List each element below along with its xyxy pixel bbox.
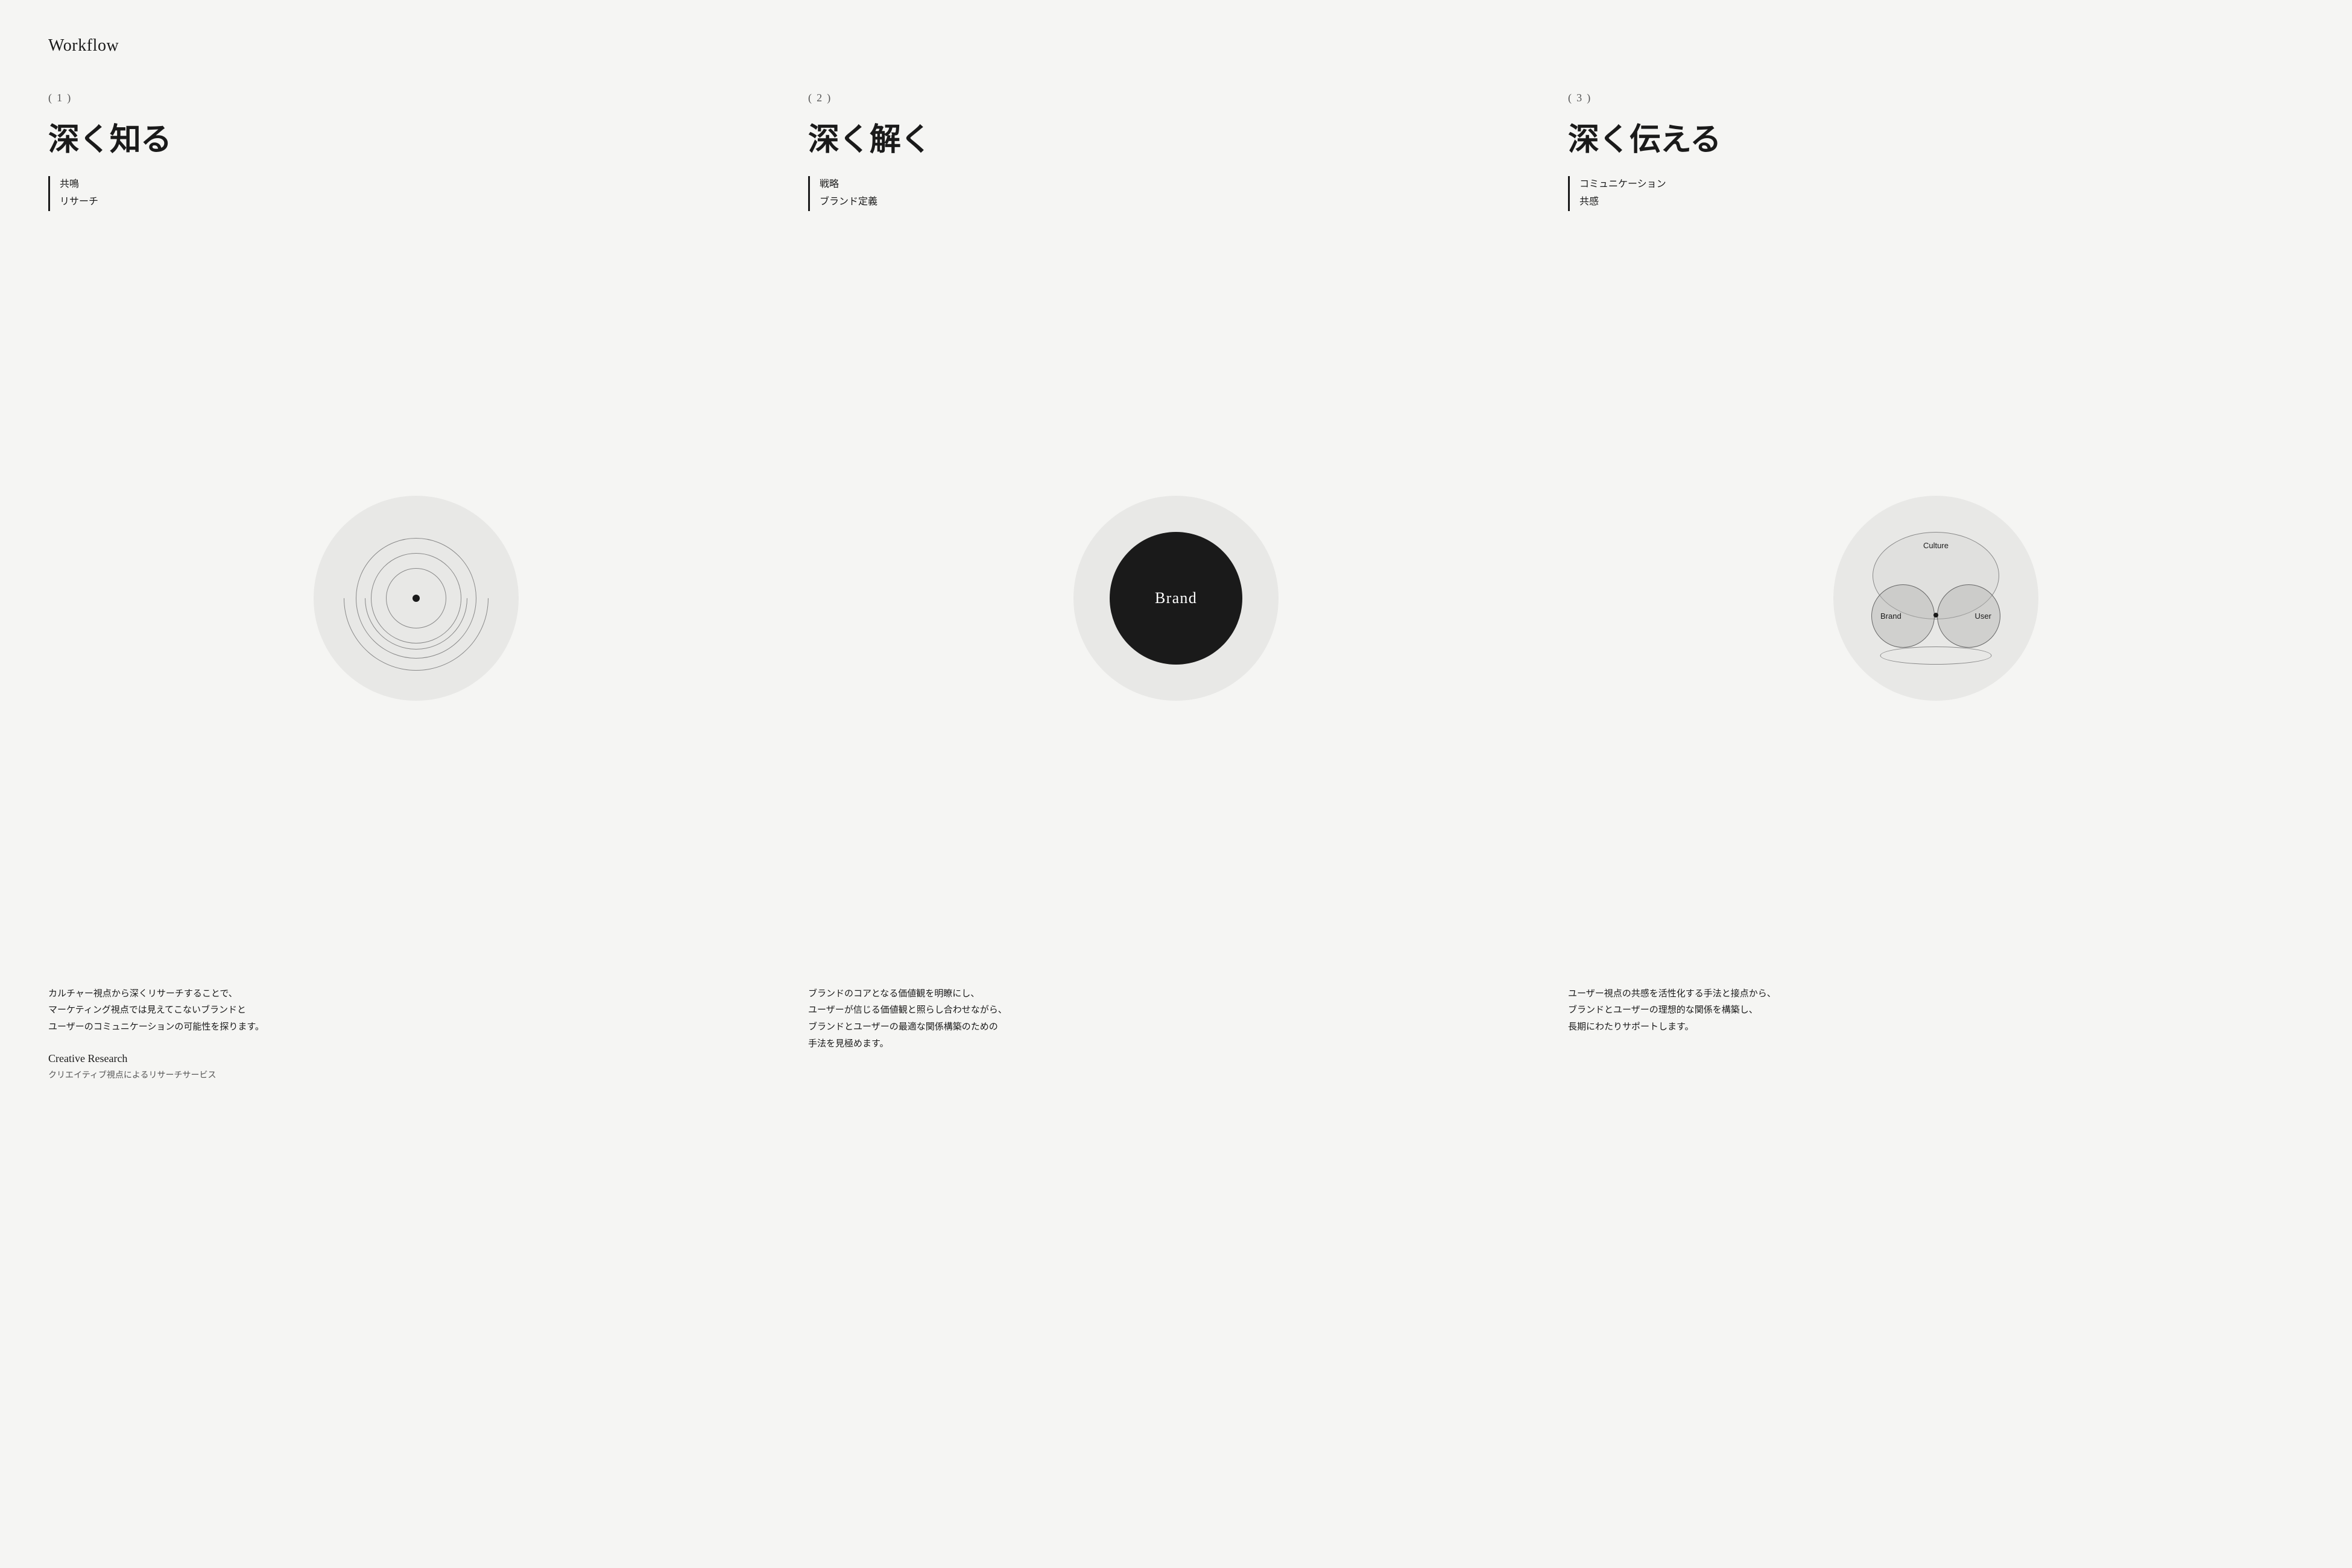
center-dot — [413, 595, 420, 602]
user-venn-label: User — [1975, 612, 1991, 621]
step-tags-3: コミュニケーション 共感 — [1568, 176, 2304, 211]
step-tag-1-2: リサーチ — [60, 194, 784, 211]
culture-label: Culture — [1923, 541, 1949, 550]
step-number-2: ( 2 ) — [808, 92, 1544, 104]
service-subtitle-1: クリエイティブ視点によるリサーチサービス — [48, 1069, 784, 1081]
user-venn-circle: User — [1937, 584, 2000, 648]
step-tag-1-1: 共鳴 — [60, 176, 784, 194]
brand-black-circle: Brand — [1110, 532, 1242, 665]
step-title-3: 深く伝える — [1568, 114, 2304, 159]
step-title-2: 深く解く — [808, 114, 1544, 159]
step-tag-2-1: 戦略 — [820, 176, 1544, 194]
venn-wrapper: Culture Brand User — [1854, 532, 2017, 665]
step-description-1: カルチャー視点から深くリサーチすることで、 マーケティング視点では見えてこないブ… — [48, 985, 784, 1035]
step-title-1: 深く知る — [48, 114, 784, 159]
step-tag-3-2: 共感 — [1579, 194, 2304, 211]
service-title-1: Creative Research — [48, 1052, 784, 1065]
step-tag-2-2: ブランド定義 — [820, 194, 1544, 211]
page-title: Workflow — [48, 36, 2304, 55]
brand-venn-label: Brand — [1880, 612, 1902, 621]
diagram-venn: Culture Brand User — [1833, 496, 2038, 701]
diagram-2-container: Brand — [808, 230, 1544, 966]
diagram-1-container — [48, 230, 784, 966]
brand-venn-circle: Brand — [1871, 584, 1935, 648]
workflow-column-2: ( 2 ) 深く解く 戦略 ブランド定義 Brand ブランドのコアとなる価値観… — [808, 92, 1544, 1081]
diagram-brand: Brand — [1073, 496, 1279, 701]
workflow-column-1: ( 1 ) 深く知る 共鳴 リサーチ カルチャー視点から深くリサーチすることで、… — [48, 92, 784, 1081]
step-description-2: ブランドのコアとなる価値観を明瞭にし、 ユーザーが信じる価値観と照らし合わせなが… — [808, 985, 1544, 1052]
diagram-3-container: Culture Brand User — [1568, 230, 2304, 966]
workflow-grid: ( 1 ) 深く知る 共鳴 リサーチ カルチャー視点から深くリサーチすることで、… — [48, 92, 2304, 1081]
step-tag-3-1: コミュニケーション — [1579, 176, 2304, 194]
concentric-circles — [356, 538, 476, 659]
step-tags-2: 戦略 ブランド定義 — [808, 176, 1544, 211]
brand-circle-label: Brand — [1155, 589, 1197, 607]
workflow-column-3: ( 3 ) 深く伝える コミュニケーション 共感 Culture Brand — [1568, 92, 2304, 1081]
venn-center-dot — [1933, 613, 1938, 618]
step-description-3: ユーザー視点の共感を活性化する手法と接点から、 ブランドとユーザーの理想的な関係… — [1568, 985, 2304, 1035]
diagram-concentric — [314, 496, 519, 701]
venn-bottom-ellipse — [1880, 646, 1992, 665]
step-number-3: ( 3 ) — [1568, 92, 2304, 104]
step-number-1: ( 1 ) — [48, 92, 784, 104]
step-tags-1: 共鳴 リサーチ — [48, 176, 784, 211]
